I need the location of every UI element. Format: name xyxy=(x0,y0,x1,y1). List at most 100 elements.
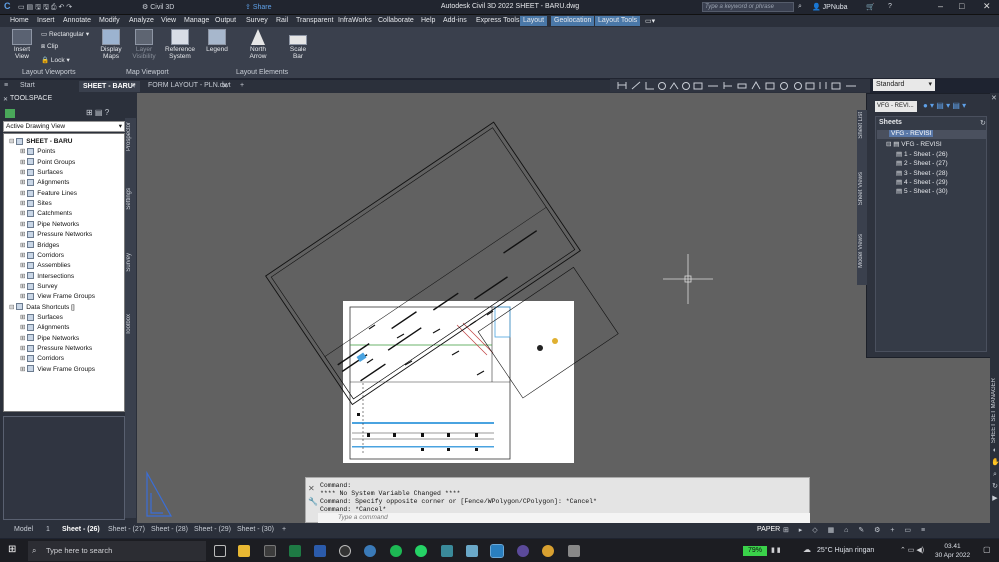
tree-item[interactable]: ⊞ Pressure Networks xyxy=(20,344,92,352)
ssm-close-icon[interactable]: ✕ xyxy=(991,94,997,102)
expand-icon[interactable]: ⊞ xyxy=(20,210,27,217)
command-input[interactable]: Type a command xyxy=(318,513,810,523)
panel-close-icon[interactable]: ✕ xyxy=(3,96,8,103)
excel-icon[interactable] xyxy=(289,545,301,557)
quick-access-icons[interactable]: ▭ ▤ 🖫 🖫 ⎙ ↶ ↷ xyxy=(18,3,72,14)
add-layout-button[interactable]: + xyxy=(282,526,286,533)
taskbar-search-input[interactable]: Type here to search xyxy=(28,541,206,561)
tree-item[interactable]: ⊞ Feature Lines xyxy=(20,189,77,197)
tab-form-layout[interactable]: FORM LAYOUT - PLN.dwt xyxy=(148,82,231,89)
text-style-dropdown[interactable]: Standard ▾ xyxy=(873,79,935,91)
tree-item[interactable]: ⊞ Pressure Networks xyxy=(20,230,92,238)
close-tab-icon-2[interactable]: ✕ xyxy=(222,82,228,90)
expand-icon[interactable]: ⊞ xyxy=(20,159,27,166)
rectangular-button[interactable]: ▭ Rectangular ▾ xyxy=(41,30,89,38)
tree-item[interactable]: ⊞ Corridors xyxy=(20,354,64,362)
tree-item[interactable]: ⊞ Pipe Networks xyxy=(20,220,79,228)
search-input[interactable]: Type a keyword or phrase xyxy=(702,2,794,12)
tree-item[interactable]: ⊞ Corridors xyxy=(20,251,64,259)
close-button[interactable]: ✕ xyxy=(983,1,991,12)
tree-view-icon[interactable]: ⊞ ▤ ? xyxy=(86,108,109,117)
prospector-icon[interactable] xyxy=(5,109,15,118)
ribbon-tab-infraworks[interactable]: InfraWorks xyxy=(338,17,372,24)
tree-item[interactable]: ⊞ Bridges xyxy=(20,241,59,249)
sheet-set-dropdown[interactable]: VFG - REVI... xyxy=(875,101,917,112)
expand-icon[interactable]: ⊞ xyxy=(20,355,27,362)
toolspace-tab-prospector[interactable]: Prospector xyxy=(126,122,132,151)
binoculars-icon[interactable]: ⌕ xyxy=(798,3,802,11)
tree-item[interactable]: ⊟ SHEET - BARU xyxy=(9,137,73,145)
toolspace-tab-survey[interactable]: Survey xyxy=(126,253,132,272)
tree-item[interactable]: ⊞ Alignments xyxy=(20,178,69,186)
ribbon-tab-transparent[interactable]: Transparent xyxy=(296,17,333,24)
ribbon-tab-help[interactable]: Help xyxy=(421,17,435,24)
expand-icon[interactable]: ⊞ xyxy=(20,335,27,342)
command-close-icon[interactable]: ✕ xyxy=(308,484,315,493)
annotation-toolbar[interactable] xyxy=(610,79,870,92)
minimize-button[interactable]: – xyxy=(938,1,943,11)
layer-visibility-button[interactable]: Layer Visibility xyxy=(130,29,158,60)
expand-icon[interactable]: ⊞ xyxy=(20,283,27,290)
tab-sheet-28[interactable]: Sheet - (28) xyxy=(151,526,188,533)
ribbon-tab-view[interactable]: View xyxy=(161,17,176,24)
ribbon-tab-annotate[interactable]: Annotate xyxy=(63,17,91,24)
ribbon-minimize-icon[interactable]: ▭▾ xyxy=(645,17,655,25)
tab-sheet-27[interactable]: Sheet - (27) xyxy=(108,526,145,533)
taskbar-clock[interactable]: 03.41 30 Apr 2022 xyxy=(935,542,970,560)
workspace-dropdown[interactable]: ⚙ Civil 3D xyxy=(142,3,174,11)
wrench-icon[interactable]: 🔧 xyxy=(308,497,318,506)
expand-icon[interactable]: ⊟ xyxy=(9,138,16,145)
calculator-icon[interactable] xyxy=(264,545,276,557)
tab-layout-1[interactable]: 1 xyxy=(46,526,50,533)
ribbon-tab-layout[interactable]: Layout xyxy=(520,16,548,26)
expand-icon[interactable]: ⊞ xyxy=(20,345,27,352)
tab-sheet-26[interactable]: Sheet - (26) xyxy=(62,526,100,533)
tray-icons[interactable]: ▮ ▮ xyxy=(771,546,781,554)
app-icon-2[interactable] xyxy=(441,545,453,557)
expand-icon[interactable]: ⊞ xyxy=(20,314,27,321)
obs-icon[interactable] xyxy=(339,545,351,557)
sheet-item[interactable]: ▤ 1 - Sheet - (26) xyxy=(896,150,948,158)
file-explorer-icon[interactable] xyxy=(238,545,250,557)
toolspace-tab-toolbox[interactable]: Toolbox xyxy=(126,314,132,335)
app-icon[interactable] xyxy=(364,545,376,557)
expand-icon[interactable]: ⊞ xyxy=(20,190,27,197)
expand-icon[interactable]: ⊞ xyxy=(20,324,27,331)
north-arrow-button[interactable]: North Arrow xyxy=(246,29,270,60)
spotify-icon[interactable] xyxy=(390,545,402,557)
clip-button[interactable]: ⧈ Clip xyxy=(41,43,58,51)
app-logo-icon[interactable]: C xyxy=(4,1,11,11)
ssm-tab-model-views[interactable]: Model Views xyxy=(858,234,864,268)
tree-item[interactable]: ⊞ Point Groups xyxy=(20,158,75,166)
app-icon-4[interactable] xyxy=(517,545,529,557)
tab-sheet-30[interactable]: Sheet - (30) xyxy=(237,526,274,533)
ribbon-tab-geolocation[interactable]: Geolocation xyxy=(551,16,595,26)
maximize-button[interactable]: □ xyxy=(959,1,964,11)
expand-icon[interactable]: ⊞ xyxy=(20,242,27,249)
insert-view-button[interactable]: Insert View xyxy=(6,29,38,60)
battery-indicator[interactable]: 79% xyxy=(743,546,767,556)
whatsapp-icon[interactable] xyxy=(415,545,427,557)
weather-text[interactable]: 25°C Hujan ringan xyxy=(817,547,874,554)
ribbon-tab-home[interactable]: Home xyxy=(10,17,29,24)
lock-button[interactable]: 🔒 Lock ▾ xyxy=(41,56,70,64)
windows-start-icon[interactable]: ⊞ xyxy=(8,544,16,555)
task-view-icon[interactable] xyxy=(214,545,226,557)
tree-item[interactable]: ⊞ Sites xyxy=(20,199,52,207)
ribbon-tab-express-tools[interactable]: Express Tools xyxy=(476,17,519,24)
display-maps-button[interactable]: Display Maps xyxy=(98,29,124,60)
app-icon-3[interactable] xyxy=(466,545,478,557)
menu-icon[interactable]: ≡ xyxy=(4,82,8,89)
system-tray-icons[interactable]: ⌃ ▭ ◀) xyxy=(900,546,924,554)
ssm-tab-sheet-list[interactable]: Sheet List xyxy=(858,112,864,139)
drawing-view-dropdown[interactable]: Active Drawing View ▾ xyxy=(3,121,125,132)
reference-system-button[interactable]: Reference System xyxy=(163,29,197,60)
sheet-set-tools-icons[interactable]: ● ▾ ▤ ▾ ▤ ▾ xyxy=(923,101,966,110)
expand-icon[interactable]: ⊞ xyxy=(20,169,27,176)
notifications-icon[interactable]: ▢ xyxy=(983,545,991,554)
tree-item[interactable]: ⊞ Surfaces xyxy=(20,313,63,321)
sheet-item[interactable]: ▤ 3 - Sheet - (28) xyxy=(896,169,948,177)
tab-start[interactable]: Start xyxy=(20,82,35,89)
sheet-item[interactable]: ▤ 2 - Sheet - (27) xyxy=(896,159,948,167)
cart-icon[interactable]: 🛒 xyxy=(866,3,875,11)
